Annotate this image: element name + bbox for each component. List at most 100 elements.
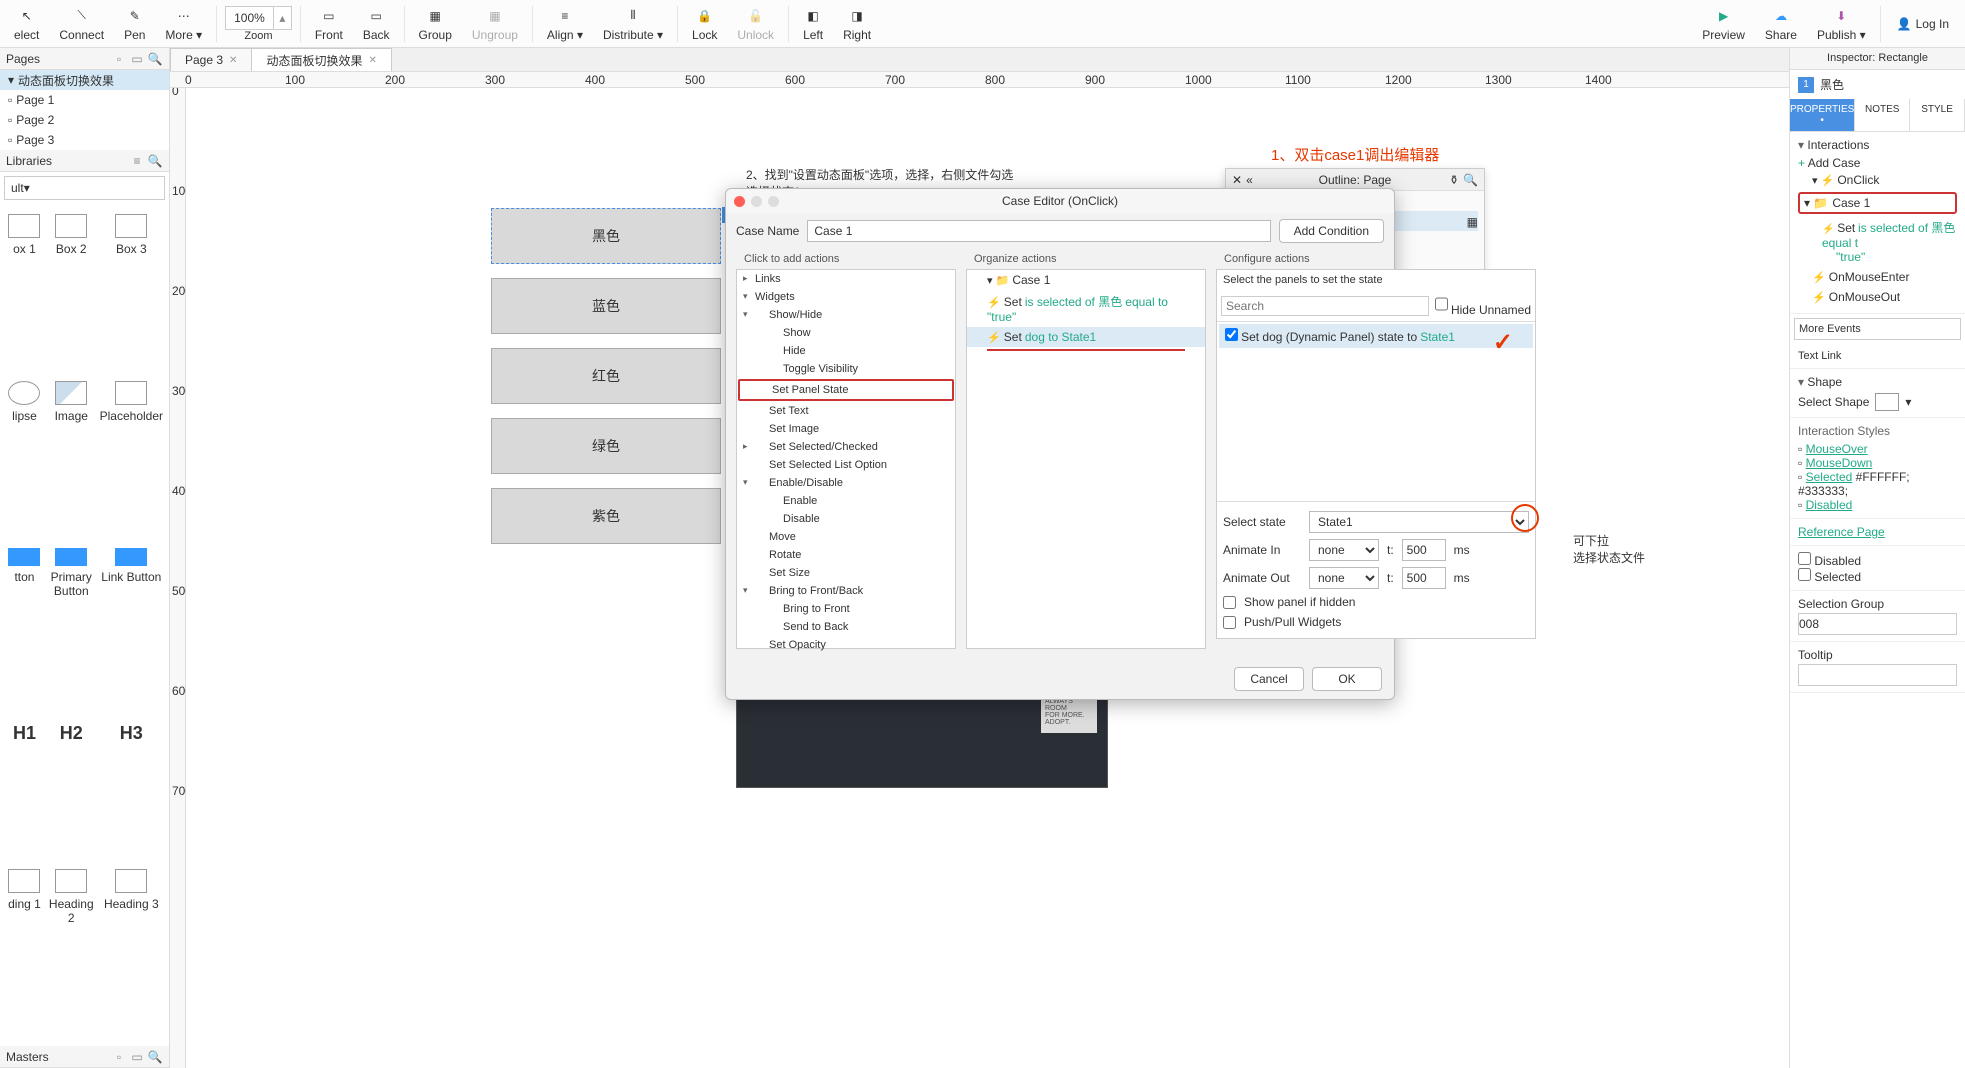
preview-button[interactable]: ▶Preview	[1692, 0, 1755, 48]
panel-checkbox[interactable]	[1225, 328, 1238, 341]
library-widget[interactable]: Box 2	[47, 208, 96, 373]
tree-bring-front[interactable]: Bring to Front	[737, 600, 955, 618]
hide-unnamed-checkbox[interactable]	[1435, 294, 1448, 314]
org-case[interactable]: ▾ 📁 Case 1	[967, 270, 1205, 290]
tree-send-back[interactable]: Send to Back	[737, 618, 955, 636]
close-traffic-icon[interactable]	[734, 196, 745, 207]
canvas-widget[interactable]: 绿色	[491, 418, 721, 474]
tree-enable-disable[interactable]: Enable/Disable	[737, 474, 955, 492]
library-widget[interactable]: lipse	[4, 375, 45, 540]
tree-hide[interactable]: Hide	[737, 342, 955, 360]
pen-tool[interactable]: ✎Pen	[114, 0, 155, 48]
connect-tool[interactable]: ⟍Connect	[49, 0, 114, 48]
inspector-tab[interactable]: PROPERTIES •	[1790, 99, 1855, 131]
org-action-2[interactable]: ⚡ Set dog to State1	[967, 327, 1205, 347]
panel-item[interactable]: Set dog (Dynamic Panel) state to State1	[1219, 324, 1533, 348]
tree-set-text[interactable]: Set Text	[737, 402, 955, 420]
inspector-tab[interactable]: NOTES	[1855, 99, 1910, 131]
disabled-checkbox[interactable]	[1798, 552, 1811, 565]
mousedown-style[interactable]: MouseDown	[1806, 456, 1873, 470]
animate-out-dropdown[interactable]: none	[1309, 567, 1379, 589]
tree-rotate[interactable]: Rotate	[737, 546, 955, 564]
cancel-button[interactable]: Cancel	[1234, 667, 1304, 691]
lib-search-icon[interactable]: 🔍	[147, 153, 163, 169]
library-widget[interactable]: ox 1	[4, 208, 45, 373]
master-folder-icon[interactable]: ▭	[129, 1049, 145, 1065]
tree-opacity[interactable]: Set Opacity	[737, 636, 955, 654]
library-widget[interactable]: Image	[47, 375, 96, 540]
canvas-widget[interactable]: 蓝色	[491, 278, 721, 334]
tree-set-panel-state[interactable]: Set Panel State	[738, 379, 954, 401]
ok-button[interactable]: OK	[1312, 667, 1382, 691]
library-widget[interactable]: H1	[4, 717, 45, 861]
tree-enable[interactable]: Enable	[737, 492, 955, 510]
back-button[interactable]: ▭Back	[353, 0, 400, 48]
dock-left-button[interactable]: ◧Left	[793, 0, 833, 48]
library-widget[interactable]: tton	[4, 542, 45, 715]
shape-picker[interactable]	[1875, 393, 1899, 411]
add-condition-button[interactable]: Add Condition	[1279, 219, 1384, 243]
select-tool[interactable]: ↖elect	[4, 0, 49, 48]
share-button[interactable]: ☁Share	[1755, 0, 1807, 48]
add-master-icon[interactable]: ▫	[111, 1049, 127, 1065]
publish-button[interactable]: ⬇Publish ▾	[1807, 0, 1876, 48]
selected-checkbox[interactable]	[1798, 568, 1811, 581]
library-widget[interactable]: Box 3	[98, 208, 165, 373]
front-button[interactable]: ▭Front	[305, 0, 353, 48]
add-folder-icon[interactable]: ▭	[129, 51, 145, 67]
zoom-input[interactable]: 100%▴	[225, 6, 292, 30]
library-widget[interactable]: Link Button	[98, 542, 165, 715]
canvas-widget[interactable]: 紫色	[491, 488, 721, 544]
page-item[interactable]: ▫Page 1	[0, 90, 169, 110]
outline-search-icon[interactable]: 🔍	[1463, 173, 1478, 187]
tree-links[interactable]: Links	[737, 270, 955, 288]
inspector-tab[interactable]: STYLE	[1910, 99, 1965, 131]
library-dropdown[interactable]: ult▾	[4, 176, 165, 200]
library-widget[interactable]: H2	[47, 717, 96, 861]
page-item[interactable]: ▫Page 2	[0, 110, 169, 130]
tab-close-icon[interactable]: ✕	[368, 55, 376, 66]
select-state-dropdown[interactable]: State1	[1309, 511, 1529, 533]
tree-bring[interactable]: Bring to Front/Back	[737, 582, 955, 600]
push-pull-checkbox[interactable]	[1223, 616, 1236, 629]
search-icon[interactable]: 🔍	[147, 51, 163, 67]
animate-in-time[interactable]	[1402, 539, 1446, 561]
library-widget[interactable]: Heading 3	[98, 863, 165, 1042]
page-item[interactable]: ▫Page 3	[0, 130, 169, 150]
canvas-widget[interactable]: 黑色1	[491, 208, 721, 264]
library-widget[interactable]: H3	[98, 717, 165, 861]
tooltip-input[interactable]	[1798, 664, 1957, 686]
master-search-icon[interactable]: 🔍	[147, 1049, 163, 1065]
tree-set-image[interactable]: Set Image	[737, 420, 955, 438]
add-page-icon[interactable]: ▫	[111, 51, 127, 67]
distribute-button[interactable]: ⦀Distribute ▾	[593, 0, 673, 48]
unlock-button[interactable]: 🔓Unlock	[727, 0, 784, 48]
selection-group-input[interactable]	[1798, 613, 1957, 635]
more-events-button[interactable]: More Events	[1794, 318, 1961, 340]
tree-disable[interactable]: Disable	[737, 510, 955, 528]
add-case-link[interactable]: + Add Case	[1798, 156, 1957, 170]
outline-collapse-icon[interactable]: «	[1246, 173, 1253, 187]
tree-move[interactable]: Move	[737, 528, 955, 546]
library-widget[interactable]: Primary Button	[47, 542, 96, 715]
tree-show[interactable]: Show	[737, 324, 955, 342]
document-tab[interactable]: 动态面板切换效果✕	[251, 48, 391, 71]
tree-widgets[interactable]: Widgets	[737, 288, 955, 306]
filter-icon[interactable]: ⚱	[1449, 173, 1459, 187]
animate-out-time[interactable]	[1402, 567, 1446, 589]
library-widget[interactable]: ding 1	[4, 863, 45, 1042]
case-1-item[interactable]: ▾ 📁 Case 1	[1798, 192, 1957, 214]
panel-icon[interactable]: ▦	[1467, 215, 1478, 229]
reference-page-link[interactable]: Reference Page	[1798, 525, 1885, 539]
login-button[interactable]: 👤Log In	[1885, 17, 1961, 31]
panel-search-input[interactable]	[1221, 296, 1429, 316]
group-button[interactable]: ▦Group	[409, 0, 462, 48]
case-name-input[interactable]	[807, 220, 1270, 242]
library-widget[interactable]: Heading 2	[47, 863, 96, 1042]
tree-show-hide[interactable]: Show/Hide	[737, 306, 955, 324]
org-action-1[interactable]: ⚡ Set is selected of 黑色 equal to "true"	[967, 290, 1205, 327]
show-panel-checkbox[interactable]	[1223, 596, 1236, 609]
lock-button[interactable]: 🔒Lock	[682, 0, 727, 48]
mouseover-style[interactable]: MouseOver	[1806, 442, 1868, 456]
selected-style[interactable]: Selected	[1806, 470, 1853, 484]
